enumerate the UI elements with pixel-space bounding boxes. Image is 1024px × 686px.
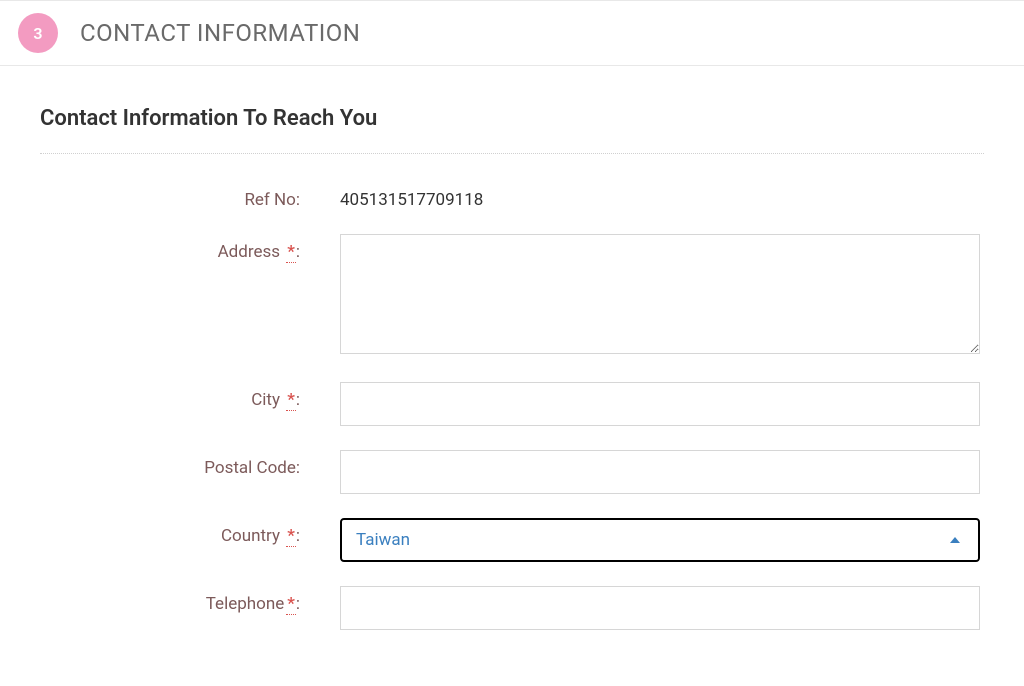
section-header: 3 CONTACT INFORMATION xyxy=(0,0,1024,66)
content: Contact Information To Reach You Ref No:… xyxy=(0,66,1024,630)
label-city: City *: xyxy=(40,382,340,410)
country-selected-value: Taiwan xyxy=(356,530,410,550)
step-number-badge: 3 xyxy=(18,13,58,53)
subsection-title: Contact Information To Reach You xyxy=(40,106,984,154)
telephone-input[interactable] xyxy=(340,586,980,630)
label-postal: Postal Code: xyxy=(40,450,340,478)
label-address: Address *: xyxy=(40,234,340,262)
section-title: CONTACT INFORMATION xyxy=(80,19,360,47)
label-telephone: Telephone*: xyxy=(40,586,340,614)
row-postal: Postal Code: xyxy=(40,450,984,494)
row-country: Country *: Taiwan xyxy=(40,518,984,562)
caret-up-icon xyxy=(950,537,960,543)
row-refno: Ref No: 405131517709118 xyxy=(40,182,984,210)
required-marker: * xyxy=(286,390,296,411)
row-telephone: Telephone*: xyxy=(40,586,984,630)
city-input[interactable] xyxy=(340,382,980,426)
required-marker: * xyxy=(286,526,296,547)
address-textarea[interactable] xyxy=(340,234,980,354)
label-country: Country *: xyxy=(40,518,340,546)
row-address: Address *: xyxy=(40,234,984,358)
required-marker: * xyxy=(286,594,296,615)
required-marker: * xyxy=(286,242,296,263)
country-select[interactable]: Taiwan xyxy=(340,518,980,562)
postal-code-input[interactable] xyxy=(340,450,980,494)
label-refno: Ref No: xyxy=(40,182,340,210)
row-city: City *: xyxy=(40,382,984,426)
value-refno: 405131517709118 xyxy=(340,182,980,210)
